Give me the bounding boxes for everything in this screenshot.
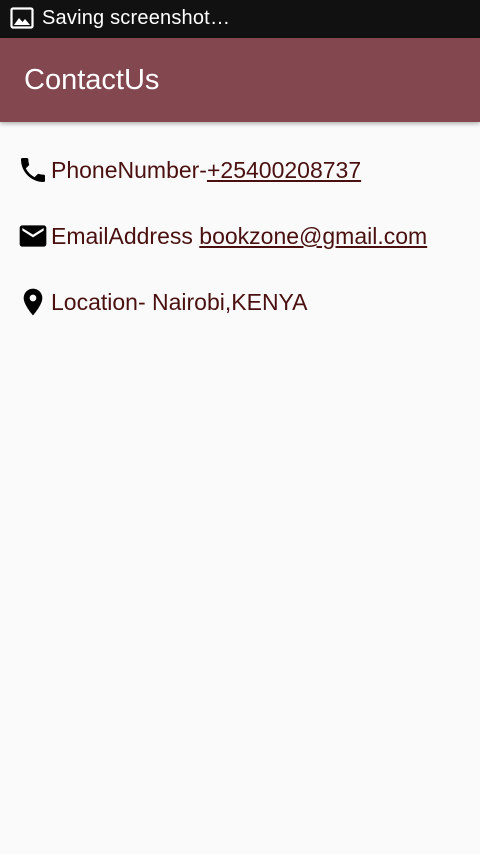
location-pin-icon bbox=[17, 286, 49, 318]
image-icon bbox=[10, 6, 34, 30]
phone-link[interactable]: +25400208737 bbox=[207, 157, 361, 183]
location-row: Location- Nairobi,KENYA bbox=[0, 282, 480, 322]
location-text: Location- Nairobi,KENYA bbox=[51, 289, 308, 315]
app-bar: ContactUs bbox=[0, 38, 480, 122]
email-row: EmailAddress bookzone@gmail.com bbox=[0, 216, 480, 256]
phone-icon bbox=[17, 154, 49, 186]
mail-icon bbox=[17, 220, 49, 252]
page-title: ContactUs bbox=[24, 64, 160, 96]
status-text: Saving screenshot… bbox=[42, 7, 231, 29]
email-label: EmailAddress bbox=[51, 223, 200, 249]
phone-row: PhoneNumber-+25400208737 bbox=[0, 150, 480, 190]
status-bar: Saving screenshot… bbox=[0, 0, 480, 38]
email-link[interactable]: bookzone@gmail.com bbox=[199, 223, 427, 249]
phone-text: PhoneNumber-+25400208737 bbox=[51, 156, 361, 184]
phone-label: PhoneNumber- bbox=[51, 157, 207, 183]
email-text: EmailAddress bookzone@gmail.com bbox=[51, 222, 427, 250]
